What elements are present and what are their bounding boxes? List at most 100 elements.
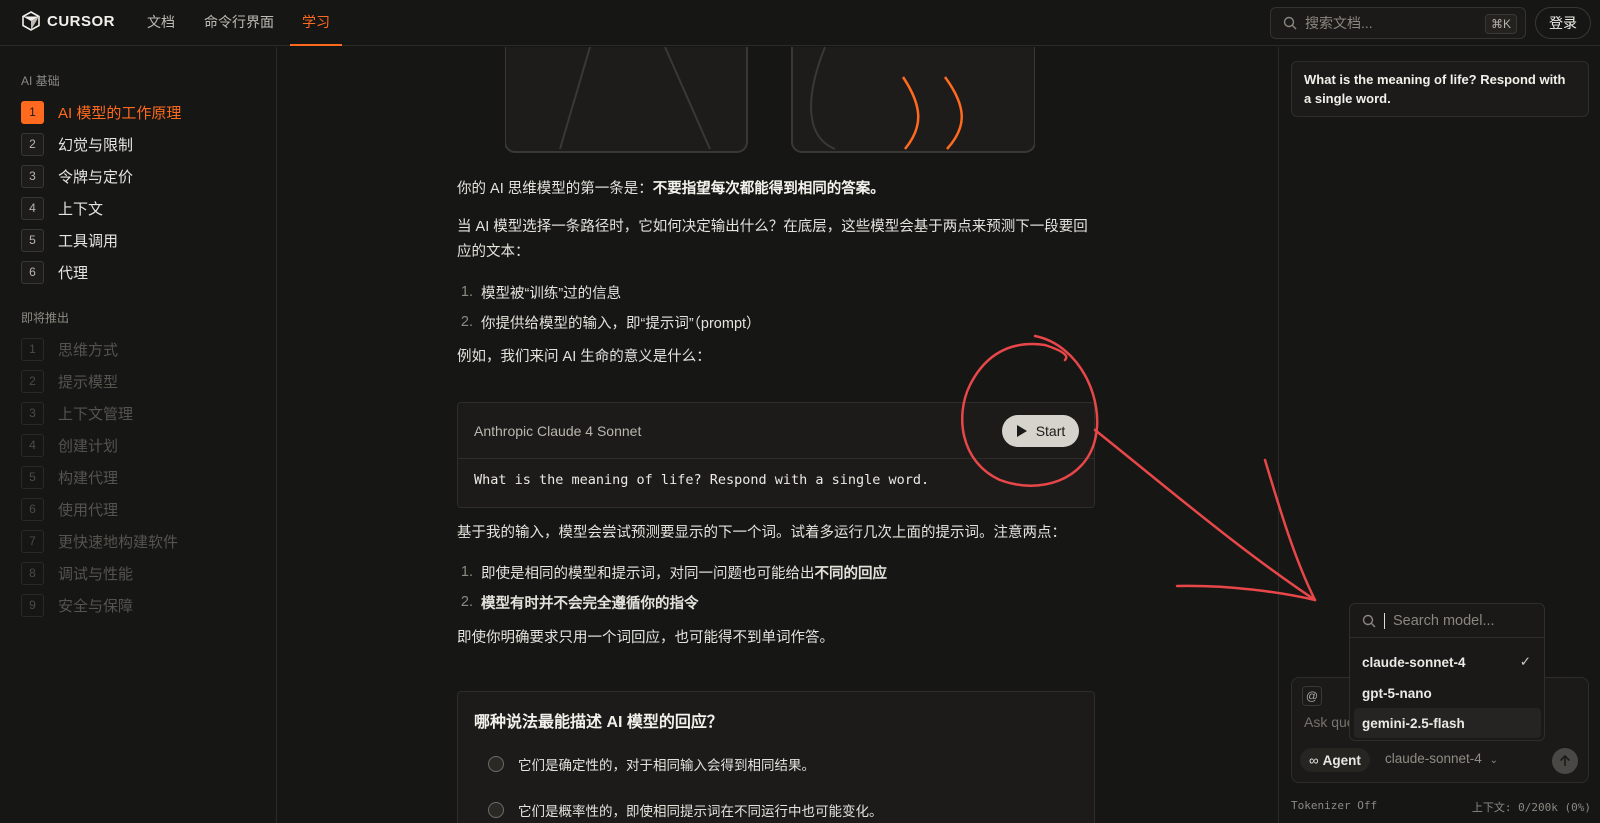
quiz-option-2[interactable]: 它们是概率性的，即使相同提示词在不同运行中也可能变化。 (488, 800, 883, 820)
cursor-logo[interactable]: CURSOR (21, 11, 115, 31)
item-number: 1 (21, 100, 44, 124)
user-message: What is the meaning of life? Respond wit… (1291, 61, 1589, 117)
sidebar-item-3[interactable]: 3 令牌与定价 (21, 164, 133, 188)
option-text: 它们是确定性的，对于相同输入会得到相同结果。 (518, 758, 815, 773)
play-icon (1016, 425, 1027, 437)
paragraph-5: 即使你明确要求只用一个词回应，也可能得不到单词作答。 (457, 630, 834, 646)
nav-docs[interactable]: 文档 (147, 0, 175, 46)
nav-learn[interactable]: 学习 (290, 0, 342, 46)
model-option-gpt-5-nano[interactable]: gpt-5-nano (1354, 678, 1541, 708)
quiz-question: 哪种说法最能描述 AI 模型的回应？ (474, 714, 723, 731)
ordered-list-2: 1. 即使是相同的模型和提示词，对同一问题也可能给出 不同的回应 2. 模型有时并不会… (457, 557, 887, 617)
sidebar-item-label: 令牌与定价 (58, 168, 134, 186)
radio-button[interactable] (488, 802, 504, 818)
section-title-coming-soon: 即将推出 (21, 311, 70, 325)
model-search-input[interactable]: Search model... (1350, 604, 1544, 638)
model-option-label: gemini-2.5-flash (1362, 715, 1465, 731)
quiz-option-1[interactable]: 它们是确定性的，对于相同输入会得到相同结果。 (488, 754, 815, 774)
sidebar-item-2[interactable]: 2 幻觉与限制 (21, 132, 133, 156)
search-input[interactable]: 搜索文档... ⌘K (1270, 7, 1526, 39)
main-content: 你的 AI 思维模型的第一条是：不要指望每次都能得到相同的答案。 当 AI 模型… (278, 47, 1277, 823)
list-item: 2. 模型有时并不会完全遵循你的指令 (457, 587, 887, 617)
sidebar-item-label: AI 模型的工作原理 (58, 104, 182, 122)
list-number: 2. (460, 314, 473, 330)
chevron-down-icon: ⌄ (1489, 755, 1498, 766)
sidebar-item-label: 创建计划 (58, 437, 119, 455)
item-number: 9 (21, 593, 44, 617)
paragraph-1: 你的 AI 思维模型的第一条是：不要指望每次都能得到相同的答案。 (457, 177, 1097, 202)
item-number: 1 (21, 337, 44, 361)
sidebar-item-label: 幻觉与限制 (58, 136, 134, 154)
model-dropdown: Search model... claude-sonnet-4 ✓ gpt-5-n… (1349, 603, 1545, 741)
sidebar-item-label: 调试与性能 (58, 565, 134, 583)
list-text: 模型被“训练”过的信息 (481, 285, 622, 302)
option-text: 它们是概率性的，即使相同提示词在不同运行中也可能变化。 (518, 804, 883, 819)
sidebar-item-label: 使用代理 (58, 501, 119, 519)
cursor-logo-icon (22, 11, 40, 31)
sidebar-upcoming-9: 9 安全与保障 (21, 593, 133, 617)
list-bold-text: 模型有时并不会完全遵循你的指令 (481, 595, 699, 612)
mention-button[interactable]: @ (1302, 686, 1322, 706)
start-button[interactable]: Start (1002, 415, 1079, 447)
sidebar-item-label: 代理 (58, 264, 89, 282)
chat-input[interactable]: Ask que (1304, 714, 1355, 730)
item-number: 3 (21, 401, 44, 425)
agent-label: Agent (1322, 752, 1361, 768)
item-number: 4 (21, 196, 44, 220)
item-number: 6 (21, 497, 44, 521)
item-number: 2 (21, 369, 44, 393)
sidebar-item-6[interactable]: 6 代理 (21, 260, 88, 284)
search-placeholder: 搜索文档... (1305, 15, 1373, 31)
ordered-list-1: 1. 模型被“训练”过的信息 2. 你提供给模型的输入，即“提示词”（prompt） (457, 277, 761, 337)
sidebar-item-label: 工具调用 (58, 232, 119, 250)
sidebar-item-1[interactable]: 1 AI 模型的工作原理 (21, 100, 181, 124)
sidebar-upcoming-4: 4 创建计划 (21, 433, 118, 457)
model-selector-label: claude-sonnet-4 (1385, 751, 1482, 766)
sidebar-item-label: 上下文管理 (58, 405, 134, 423)
text-cursor (1384, 612, 1385, 629)
sidebar-item-5[interactable]: 5 工具调用 (21, 228, 118, 252)
radio-button[interactable] (488, 756, 504, 772)
start-label: Start (1035, 423, 1066, 439)
quiz-card: 哪种说法最能描述 AI 模型的回应？ 它们是确定性的，对于相同输入会得到相同结果… (457, 691, 1095, 823)
item-number: 6 (21, 260, 44, 284)
search-icon (1362, 614, 1376, 627)
list-number: 2. (460, 594, 473, 610)
sidebar-item-label: 构建代理 (58, 469, 119, 487)
sidebar-upcoming-5: 5 构建代理 (21, 465, 118, 489)
tokenizer-toggle[interactable]: Tokenizer Off (1291, 799, 1377, 815)
list-bold-text: 不同的回应 (814, 565, 888, 582)
model-option-claude-sonnet-4[interactable]: claude-sonnet-4 ✓ (1354, 647, 1541, 677)
model-option-label: gpt-5-nano (1362, 685, 1432, 701)
sidebar-item-label: 安全与保障 (58, 597, 134, 615)
search-shortcut: ⌘K (1484, 14, 1517, 34)
send-button[interactable] (1552, 748, 1578, 774)
model-name: Anthropic Claude 4 Sonnet (474, 422, 642, 439)
prompt-text: What is the meaning of life? Respond wit… (474, 472, 930, 488)
model-option-gemini-2-5-flash[interactable]: gemini-2.5-flash (1354, 708, 1541, 738)
sidebar-item-label: 思维方式 (58, 341, 119, 359)
logo-text: CURSOR (47, 12, 116, 30)
agent-mode-button[interactable]: ∞ Agent (1300, 748, 1370, 772)
item-number: 5 (21, 228, 44, 252)
model-option-label: claude-sonnet-4 (1362, 654, 1466, 670)
paragraph-3: 例如，我们来问 AI 生命的意义是什么： (457, 349, 711, 365)
item-number: 3 (21, 164, 44, 188)
sidebar-item-4[interactable]: 4 上下文 (21, 196, 103, 220)
sidebar-item-label: 上下文 (58, 200, 104, 218)
login-button[interactable]: 登录 (1535, 7, 1591, 39)
list-text: 即使是相同的模型和提示词，对同一问题也可能给出 (481, 565, 815, 582)
sidebar-upcoming-8: 8 调试与性能 (21, 561, 133, 585)
top-bar: CURSOR 文档 命令行界面 学习 搜索文档... ⌘K 登录 (0, 0, 1600, 46)
prompt-runner-card: Anthropic Claude 4 Sonnet Start What is … (457, 402, 1095, 508)
item-number: 8 (21, 561, 44, 585)
nav-cli[interactable]: 命令行界面 (204, 0, 274, 46)
model-selector[interactable]: claude-sonnet-4 ⌄ (1385, 751, 1498, 766)
sidebar-upcoming-1: 1 思维方式 (21, 337, 118, 361)
list-number: 1. (460, 564, 473, 580)
search-icon (1283, 16, 1297, 30)
list-number: 1. (460, 284, 473, 300)
sidebar: AI 基础 1 AI 模型的工作原理 2 幻觉与限制 3 令牌与定价 4 上下文 5 工具… (0, 47, 277, 823)
p1-bold-text: 不要指望每次都能得到相同的答案。 (652, 181, 885, 197)
sidebar-upcoming-6: 6 使用代理 (21, 497, 118, 521)
